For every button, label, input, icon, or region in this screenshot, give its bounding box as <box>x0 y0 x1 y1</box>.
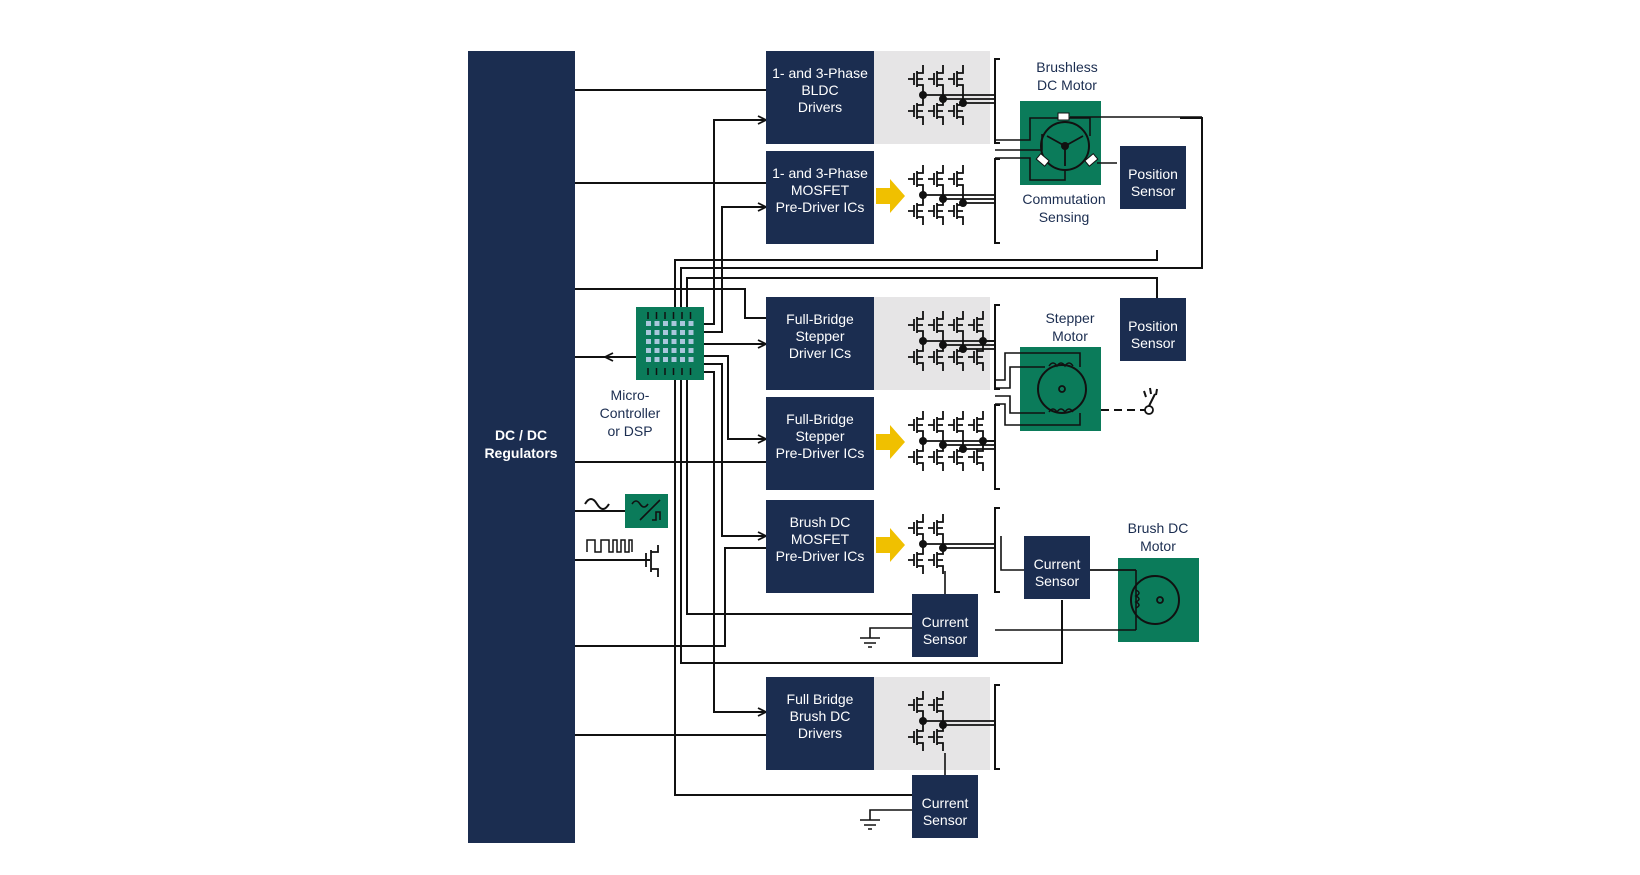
brushless-label-line2: DC Motor <box>1037 77 1097 93</box>
block-label-line: Stepper <box>795 428 844 444</box>
sensor-label-line2: Sensor <box>923 631 968 647</box>
block-label-line: Driver ICs <box>789 345 851 361</box>
sensor-label-line2: Sensor <box>1131 183 1176 199</box>
sensor-label-line1: Current <box>922 795 969 811</box>
block-label-line: 1- and 3-Phase <box>772 165 868 181</box>
dc-dc-regulator-block: DC / DC Regulators <box>468 51 575 843</box>
sensor-label-line1: Current <box>922 614 969 630</box>
ground-icon-1 <box>860 627 912 648</box>
driver-block-stepper-predrivers: Full-BridgeStepperPre-Driver ICs <box>766 397 1000 490</box>
adc-converter <box>575 494 668 528</box>
driver-block-bldc-predrivers: 1- and 3-PhaseMOSFETPre-Driver ICs <box>766 151 1000 244</box>
block-label-line: MOSFET <box>791 531 850 547</box>
yellow-arrow-icon <box>876 528 905 562</box>
block-label-line: Brush DC <box>790 708 851 724</box>
current-sensor-3: CurrentSensor <box>912 775 978 838</box>
block-label-line: MOSFET <box>791 182 850 198</box>
block-label-line: Drivers <box>798 99 842 115</box>
sine-wave-icon <box>584 498 610 510</box>
sensor-label-line2: Sensor <box>1131 335 1176 351</box>
brushdc-label-line1: Brush DC <box>1128 520 1189 536</box>
mcu-label-line3: or DSP <box>607 423 652 439</box>
mcu-label-line1: Micro- <box>611 387 650 403</box>
brushless-label-line1: Brushless <box>1036 59 1097 75</box>
block-label-line: Brush DC <box>790 514 851 530</box>
position-sensor-1: PositionSensor <box>1120 146 1186 209</box>
sensor-label-line2: Sensor <box>1035 573 1080 589</box>
mosfet-bridge-icon <box>907 410 995 472</box>
motor-control-block-diagram: DC / DC Regulators Micro- Controller or … <box>468 51 1203 843</box>
pwm-switch <box>575 539 659 577</box>
mosfet-bridge-icon <box>907 164 995 226</box>
block-label-line: Stepper <box>795 328 844 344</box>
driver-block-bldc-drivers: 1- and 3-PhaseBLDCDrivers <box>766 51 1000 144</box>
regulator-label-line1: DC / DC <box>495 427 547 443</box>
block-label-line: Pre-Driver ICs <box>776 548 865 564</box>
block-label-line: Full Bridge <box>787 691 854 707</box>
yellow-arrow-icon <box>876 425 905 459</box>
block-label-line: Drivers <box>798 725 842 741</box>
sensor-label-line1: Position <box>1128 166 1178 182</box>
mosfet-bridge-icon <box>907 513 995 575</box>
commutation-label-line2: Sensing <box>1039 209 1090 225</box>
current-sensor-1: CurrentSensor <box>912 594 978 657</box>
ground-icon-2 <box>860 809 912 830</box>
sensor-label-line2: Sensor <box>923 812 968 828</box>
block-label-line: Pre-Driver ICs <box>776 445 865 461</box>
driver-block-fullbridge-brushdc: Full BridgeBrush DCDrivers <box>766 677 1000 770</box>
sensor-label-line1: Position <box>1128 318 1178 334</box>
pwm-waveform-icon <box>586 539 633 553</box>
stepper-label-line2: Motor <box>1052 328 1088 344</box>
microcontroller-chip: Micro- Controller or DSP <box>600 307 704 439</box>
driver-block-stepper-drivers: Full-BridgeStepperDriver ICs <box>766 297 1000 390</box>
encoder-icon <box>1144 405 1154 415</box>
block-label-line: Full-Bridge <box>786 311 854 327</box>
yellow-arrow-icon <box>876 179 905 213</box>
regulator-label-line2: Regulators <box>484 445 557 461</box>
block-label-line: Pre-Driver ICs <box>776 199 865 215</box>
block-label-line: Full-Bridge <box>786 411 854 427</box>
brushdc-label-line2: Motor <box>1140 538 1176 554</box>
mcu-label-line2: Controller <box>600 405 661 421</box>
commutation-label-line1: Commutation <box>1022 191 1105 207</box>
position-sensor-2: PositionSensor <box>1120 298 1186 361</box>
block-label-line: 1- and 3-Phase <box>772 65 868 81</box>
block-label-line: BLDC <box>801 82 838 98</box>
current-sensor-2: CurrentSensor <box>1024 536 1090 599</box>
sensor-label-line1: Current <box>1034 556 1081 572</box>
stepper-label-line1: Stepper <box>1045 310 1094 326</box>
driver-block-brushdc-predrivers: Brush DCMOSFETPre-Driver ICs <box>766 500 1000 593</box>
